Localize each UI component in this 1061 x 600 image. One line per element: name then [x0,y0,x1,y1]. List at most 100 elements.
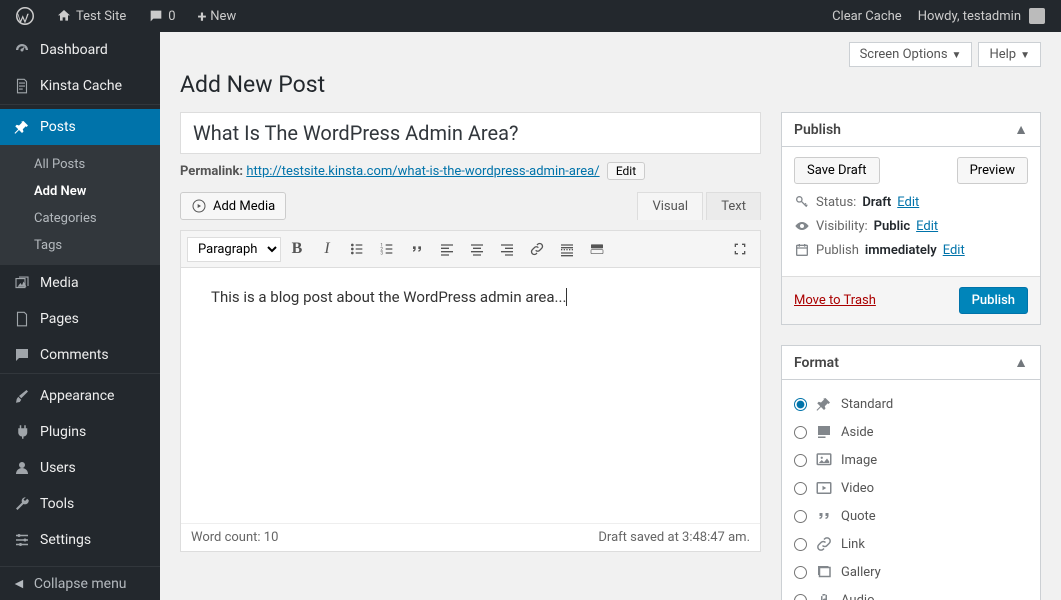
comment-icon [12,345,32,365]
help-tab[interactable]: Help▼ [978,42,1041,67]
move-to-trash-link[interactable]: Move to Trash [794,293,876,308]
admin-sidebar: Dashboard Kinsta Cache Posts All Posts A… [0,32,160,600]
menu-users[interactable]: Users [0,450,160,486]
menu-pages[interactable]: Pages [0,301,160,337]
menu-kinsta-cache[interactable]: Kinsta Cache [0,68,160,104]
format-radio[interactable] [794,594,807,600]
format-box: Format▲ Standard Aside Image VideoQuoteLink… [781,345,1041,600]
format-option-audio[interactable]: Audio [794,586,1028,600]
howdy-link[interactable]: Howdy, testadmin [910,0,1053,32]
svg-text:3: 3 [380,250,383,256]
wrench-icon [12,494,32,514]
chevron-up-icon: ▲ [1014,121,1028,138]
collapse-menu[interactable]: ◄Collapse menu [0,566,160,600]
editor-body[interactable]: This is a blog post about the WordPress … [181,268,760,523]
format-option-standard[interactable]: Standard [794,390,1028,418]
permalink-row: Permalink: http://testsite.kinsta.com/wh… [180,162,761,180]
audio-icon [815,591,833,600]
save-draft-button[interactable]: Save Draft [794,157,880,184]
format-box-header[interactable]: Format▲ [782,346,1040,380]
bold-button[interactable]: B [283,235,311,263]
submenu-tags[interactable]: Tags [0,232,160,259]
format-radio[interactable] [794,482,807,495]
ul-button[interactable] [343,235,371,263]
align-left-button[interactable] [433,235,461,263]
permalink-label: Permalink: [180,164,243,179]
format-label: Aside [841,425,874,440]
submenu-add-new[interactable]: Add New [0,178,160,205]
format-radio[interactable] [794,454,807,467]
posts-submenu: All Posts Add New Categories Tags [0,145,160,265]
key-icon [794,194,810,210]
menu-settings[interactable]: Settings [0,522,160,558]
page-title: Add New Post [180,71,1041,98]
format-radio[interactable] [794,426,807,439]
format-option-aside[interactable]: Aside [794,418,1028,446]
plug-icon [12,422,32,442]
menu-plugins[interactable]: Plugins [0,414,160,450]
avatar [1029,8,1045,24]
menu-tools[interactable]: Tools [0,486,160,522]
format-option-quote[interactable]: Quote [794,502,1028,530]
collapse-icon: ◄ [12,575,26,592]
format-option-link[interactable]: Link [794,530,1028,558]
quote-button[interactable] [403,235,431,263]
align-center-button[interactable] [463,235,491,263]
menu-appearance[interactable]: Appearance [0,378,160,414]
word-count: Word count: 10 [191,530,278,545]
publish-button[interactable]: Publish [959,287,1028,314]
media-icon [191,198,207,214]
image-icon [815,451,833,469]
post-title-input[interactable] [180,112,761,154]
wp-logo[interactable] [8,0,42,32]
link-icon [815,535,833,553]
page-icon [12,309,32,329]
format-radio[interactable] [794,510,807,523]
add-media-button[interactable]: Add Media [180,192,286,220]
ol-button[interactable]: 123 [373,235,401,263]
format-option-video[interactable]: Video [794,474,1028,502]
link-button[interactable] [523,235,551,263]
format-option-gallery[interactable]: Gallery [794,558,1028,586]
toolbar-toggle-button[interactable] [583,235,611,263]
new-link[interactable]: +New [190,0,245,32]
menu-media[interactable]: Media [0,265,160,301]
format-select[interactable]: Paragraph [187,237,281,262]
permalink-edit-button[interactable]: Edit [607,162,645,180]
gallery-icon [815,563,833,581]
permalink-url[interactable]: http://testsite.kinsta.com/what-is-the-w… [246,164,599,179]
fullscreen-button[interactable] [726,235,754,263]
visibility-edit-link[interactable]: Edit [916,219,938,234]
editor-tab-text[interactable]: Text [706,192,761,220]
submenu-categories[interactable]: Categories [0,205,160,232]
format-label: Standard [841,397,893,412]
readmore-button[interactable] [553,235,581,263]
comments-link[interactable]: 0 [140,0,183,32]
chevron-up-icon: ▲ [1014,354,1028,371]
italic-button[interactable]: I [313,235,341,263]
gauge-icon [12,40,32,60]
status-edit-link[interactable]: Edit [897,195,919,210]
publish-box: Publish▲ Save Draft Preview Status: Draf… [781,112,1041,325]
schedule-edit-link[interactable]: Edit [943,243,965,258]
preview-button[interactable]: Preview [957,157,1028,184]
publish-box-header[interactable]: Publish▲ [782,113,1040,147]
align-right-button[interactable] [493,235,521,263]
screen-options-tab[interactable]: Screen Options▼ [849,42,973,67]
menu-comments[interactable]: Comments [0,337,160,373]
user-icon [12,458,32,478]
menu-posts[interactable]: Posts [0,109,160,145]
format-radio[interactable] [794,566,807,579]
format-label: Image [841,453,877,468]
format-option-image[interactable]: Image [794,446,1028,474]
aside-icon [815,423,833,441]
submenu-all-posts[interactable]: All Posts [0,151,160,178]
site-link[interactable]: Test Site [48,0,134,32]
editor: Paragraph B I 123 [180,230,761,552]
format-radio[interactable] [794,398,807,411]
format-radio[interactable] [794,538,807,551]
clear-cache-link[interactable]: Clear Cache [824,0,910,32]
menu-dashboard[interactable]: Dashboard [0,32,160,68]
editor-tab-visual[interactable]: Visual [637,192,703,220]
brush-icon [12,386,32,406]
